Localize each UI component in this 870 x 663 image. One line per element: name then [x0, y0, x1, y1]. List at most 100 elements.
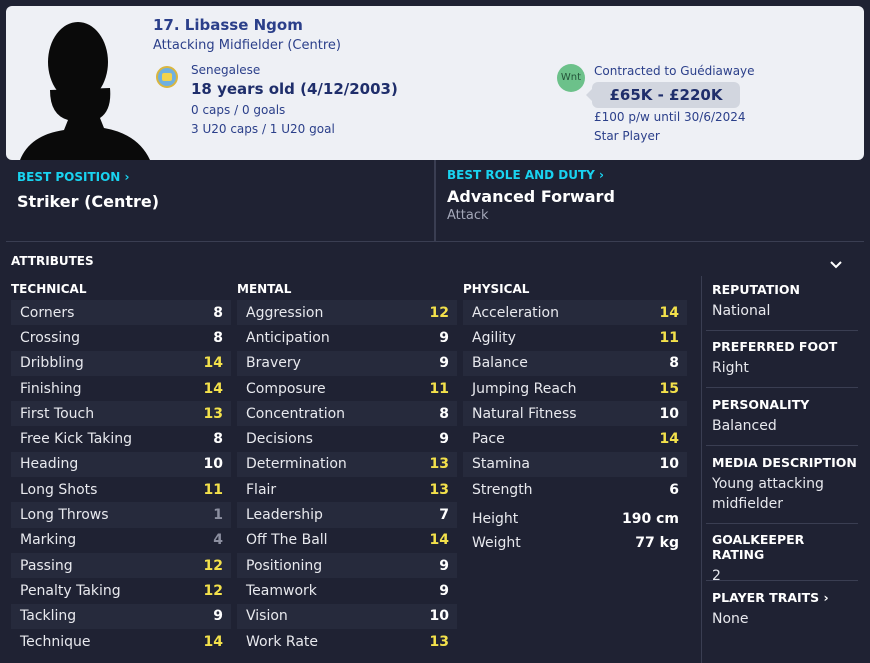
best-role-value: Advanced Forward	[447, 187, 615, 206]
attribute-row[interactable]: Dribbling 14	[11, 350, 231, 376]
attribute-row[interactable]: Determination 13	[237, 451, 457, 478]
physical-attributes: Acceleration 14 Agility 11 Balance 8 Jumping R…	[463, 300, 687, 502]
horizontal-divider	[6, 241, 864, 242]
attribute-row[interactable]: Acceleration 14	[463, 300, 687, 326]
attribute-value: 8	[669, 355, 679, 372]
attribute-value: 8	[213, 431, 223, 448]
attribute-value: 10	[203, 456, 223, 473]
attribute-row[interactable]: Anticipation 9	[237, 325, 457, 350]
side-separator	[706, 330, 858, 331]
attribute-row[interactable]: Height 190 cm	[463, 507, 687, 531]
attribute-value: 7	[439, 507, 449, 524]
attribute-row[interactable]: Leadership 7	[237, 502, 457, 528]
attribute-value: 9	[439, 355, 449, 372]
attribute-row[interactable]: Heading 10	[11, 451, 231, 478]
attribute-row[interactable]: Agility 11	[463, 325, 687, 350]
attribute-name: Pace	[472, 431, 505, 448]
attribute-name: Aggression	[246, 304, 324, 321]
nation-flag-icon[interactable]	[156, 66, 178, 88]
attribute-row[interactable]: Tackling 9	[11, 603, 231, 629]
attribute-row[interactable]: Corners 8	[11, 300, 231, 326]
attribute-value: 10	[429, 608, 449, 625]
attribute-name: Corners	[20, 304, 75, 321]
attribute-row[interactable]: Long Shots 11	[11, 477, 231, 502]
attribute-name: Strength	[472, 481, 533, 498]
attribute-row[interactable]: Positioning 9	[237, 552, 457, 579]
contract-status[interactable]: Contracted to Guédiawaye	[594, 64, 755, 78]
side-separator	[706, 445, 858, 446]
attribute-row[interactable]: Jumping Reach 15	[463, 376, 687, 401]
attribute-row[interactable]: Technique 14	[11, 629, 231, 654]
attribute-row[interactable]: Strength 6	[463, 477, 687, 502]
attribute-name: Marking	[20, 532, 77, 549]
media-description-block: MEDIA DESCRIPTION Young attacking midfie…	[712, 455, 858, 514]
attribute-name: Concentration	[246, 405, 346, 422]
reputation-value: National	[712, 303, 771, 319]
chevron-down-icon[interactable]	[830, 258, 842, 272]
attribute-value: 14	[203, 380, 223, 397]
attribute-name: Long Throws	[20, 507, 109, 524]
attribute-row[interactable]: Work Rate 13	[237, 629, 457, 654]
nationality[interactable]: Senegalese	[191, 63, 260, 77]
attribute-value: 13	[429, 456, 449, 473]
attribute-row[interactable]: Crossing 8	[11, 325, 231, 350]
attribute-name: Determination	[246, 456, 347, 473]
attribute-row[interactable]: Penalty Taking 12	[11, 578, 231, 603]
attribute-row[interactable]: Marking 4	[11, 528, 231, 553]
attribute-name: Passing	[20, 557, 73, 574]
attribute-row[interactable]: Bravery 9	[237, 350, 457, 376]
attribute-name: Free Kick Taking	[20, 431, 133, 448]
attribute-row[interactable]: Weight 77 kg	[463, 531, 687, 555]
attribute-name: Jumping Reach	[472, 380, 577, 397]
attribute-name: Composure	[246, 380, 326, 397]
attribute-name: Crossing	[20, 329, 81, 346]
attribute-row[interactable]: Stamina 10	[463, 451, 687, 478]
attribute-row[interactable]: Long Throws 1	[11, 502, 231, 528]
attribute-row[interactable]: Aggression 12	[237, 300, 457, 326]
attribute-name: Stamina	[472, 456, 530, 473]
player-traits-link[interactable]: PLAYER TRAITS ›	[712, 590, 858, 605]
transfer-value: £65K - £220K	[586, 82, 740, 108]
club-badge-icon[interactable]: Wnt	[557, 64, 585, 92]
attribute-name: Acceleration	[472, 304, 559, 321]
attribute-row[interactable]: Decisions 9	[237, 426, 457, 451]
attribute-name: Balance	[472, 355, 528, 372]
attribute-row[interactable]: Finishing 14	[11, 376, 231, 401]
attribute-name: Natural Fitness	[472, 405, 577, 422]
attribute-name: Finishing	[20, 380, 82, 397]
physical-measurements: Height 190 cm Weight 77 kg	[463, 507, 687, 555]
attribute-row[interactable]: Concentration 8	[237, 401, 457, 427]
preferred-foot-heading: PREFERRED FOOT	[712, 339, 838, 354]
wage-info: £100 p/w until 30/6/2024	[594, 110, 746, 124]
attribute-row[interactable]: Flair 13	[237, 477, 457, 502]
attribute-row[interactable]: Vision 10	[237, 603, 457, 629]
attribute-row[interactable]: Pace 14	[463, 426, 687, 451]
goalkeeper-rating-heading: GOALKEEPER RATING	[712, 532, 805, 562]
attribute-value: 14	[203, 355, 223, 372]
attribute-value: 190 cm	[622, 511, 679, 527]
media-description-heading: MEDIA DESCRIPTION	[712, 455, 857, 470]
attribute-name: Penalty Taking	[20, 582, 121, 599]
attribute-row[interactable]: Composure 11	[237, 376, 457, 401]
attribute-row[interactable]: Off The Ball 14	[237, 528, 457, 553]
best-position-value: Striker (Centre)	[17, 192, 160, 211]
attribute-name: Height	[472, 511, 519, 527]
attribute-value: 11	[429, 380, 449, 397]
attribute-name: Tackling	[20, 608, 77, 625]
attribute-name: Flair	[246, 481, 277, 498]
attribute-row[interactable]: Balance 8	[463, 350, 687, 376]
best-role-link[interactable]: BEST ROLE AND DUTY ›	[447, 168, 604, 182]
personality-block: PERSONALITY Balanced	[712, 397, 858, 436]
attribute-name: Dribbling	[20, 355, 84, 372]
attribute-row[interactable]: First Touch 13	[11, 401, 231, 427]
attribute-name: Agility	[472, 329, 516, 346]
attribute-row[interactable]: Passing 12	[11, 552, 231, 579]
attribute-name: Long Shots	[20, 481, 98, 498]
attribute-value: 13	[429, 633, 449, 650]
attribute-row[interactable]: Natural Fitness 10	[463, 401, 687, 427]
attribute-row[interactable]: Teamwork 9	[237, 578, 457, 603]
best-position-link[interactable]: BEST POSITION ›	[17, 170, 129, 184]
attribute-name: Vision	[246, 608, 288, 625]
attribute-row[interactable]: Free Kick Taking 8	[11, 426, 231, 451]
attribute-value: 14	[659, 431, 679, 448]
